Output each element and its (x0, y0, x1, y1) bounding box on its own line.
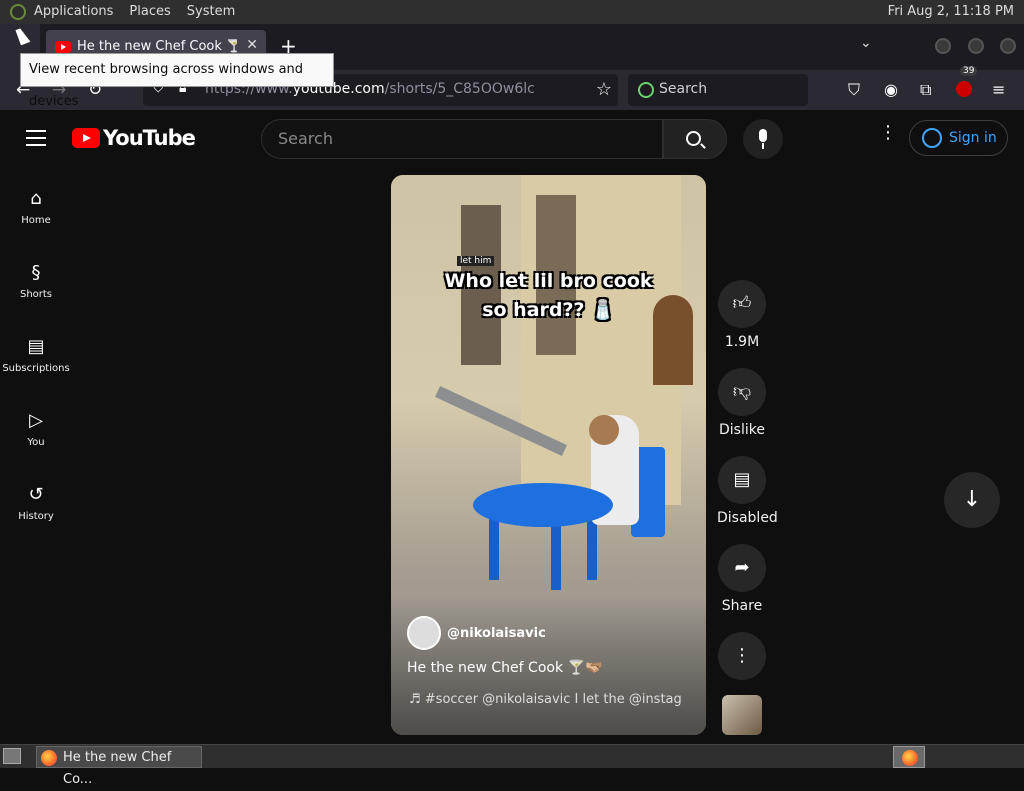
firefox-icon (41, 750, 57, 766)
applications-icon[interactable] (10, 4, 26, 20)
extensions-icon[interactable]: ⧉ (920, 80, 931, 100)
workspace-switcher[interactable] (893, 746, 925, 768)
share-action[interactable]: ➦ Share (717, 544, 767, 614)
tab-title: He the new Chef Cook 🍸🫱🏼‍🫲🏽 (77, 39, 237, 54)
minimize-window-button[interactable] (935, 38, 951, 54)
video-caption-small: let him (457, 256, 495, 266)
os-top-panel: Applications Places System Fri Aug 2, 11… (0, 0, 1024, 24)
comment-icon[interactable]: ▤ (718, 456, 766, 504)
close-tab-icon[interactable]: ✕ (246, 37, 258, 53)
video-music-hashtags[interactable]: ♬ #soccer @nikolaisavic I let the @insta… (409, 692, 689, 707)
thumbs-down-icon[interactable]: 👎︎ (718, 368, 766, 416)
comments-action[interactable]: ▤ Disabled (717, 456, 778, 526)
home-icon: ⌂ (30, 188, 42, 209)
video-caption-big: Who let lil bro cook so hard?? 🧂 (444, 270, 653, 321)
sidebar-item-label: Shorts (19, 289, 53, 300)
youtube-favicon-icon (55, 41, 71, 53)
comments-label: Disabled (717, 510, 778, 526)
account-icon[interactable]: ◉ (884, 80, 898, 99)
channel-avatar[interactable] (407, 616, 441, 650)
sidebar-item-home[interactable]: ⌂ Home (0, 168, 72, 238)
youtube-wordmark[interactable]: YouTube (103, 126, 196, 150)
shorts-icon: § (31, 262, 41, 283)
youtube-search-input[interactable]: Search (261, 119, 663, 159)
like-count: 1.9M (724, 334, 760, 350)
sidebar-item-label: You (27, 437, 45, 448)
sign-in-label: Sign in (949, 130, 997, 146)
sidebar-item-label: Subscriptions (2, 363, 70, 374)
youtube-logo-icon[interactable] (72, 128, 100, 148)
video-title[interactable]: He the new Chef Cook 🍸🫱🏼‍🫲🏽 (407, 660, 602, 676)
you-icon: ▷ (29, 410, 43, 431)
browser-search-placeholder: Search (659, 81, 708, 97)
share-label: Share (721, 598, 763, 614)
share-arrow-icon[interactable]: ➦ (718, 544, 766, 592)
tooltip: View recent browsing across windows and … (20, 53, 334, 109)
ublock-extension-icon[interactable] (956, 81, 972, 97)
channel-name[interactable]: @nikolaisavic (447, 626, 546, 641)
menu-system[interactable]: System (179, 0, 243, 24)
sidebar-item-you[interactable]: ▷ You (0, 390, 72, 460)
maximize-window-button[interactable] (968, 38, 984, 54)
guide-menu-icon[interactable] (26, 130, 46, 146)
video-child-head (589, 415, 619, 445)
menu-applications[interactable]: Applications (26, 0, 121, 24)
app-menu-icon[interactable]: ≡ (992, 80, 1005, 99)
more-actions[interactable]: ⋮ (717, 632, 767, 686)
taskbar-window-firefox[interactable]: He the new Chef Co... (36, 746, 202, 787)
more-vert-icon[interactable]: ⋮ (718, 632, 766, 680)
thumbs-up-icon[interactable]: 👍︎ (718, 280, 766, 328)
youtube-search-button[interactable] (663, 119, 727, 159)
next-short-down-arrow-icon[interactable]: ↓ (944, 472, 1000, 528)
voice-search-mic-icon[interactable] (743, 119, 783, 159)
video-table-leg (551, 520, 561, 590)
search-engine-icon (638, 82, 654, 98)
youtube-header: YouTube Search ⋮ Sign in (0, 110, 1024, 168)
show-desktop-icon[interactable] (3, 748, 21, 764)
extension-badge: 39 (960, 66, 978, 76)
short-video-player[interactable]: let him Who let lil bro cook so hard?? 🧂… (391, 175, 706, 735)
sidebar-item-history[interactable]: ↺ History (0, 464, 72, 534)
taskbar-window-title: He the new Chef Co... (63, 750, 172, 787)
video-table (473, 483, 613, 527)
pocket-icon[interactable]: ⛉ (848, 80, 860, 100)
clock[interactable]: Fri Aug 2, 11:18 PM (888, 0, 1014, 24)
user-circle-icon (922, 128, 942, 148)
close-window-button[interactable] (1000, 38, 1016, 54)
settings-kebab-icon[interactable]: ⋮ (879, 124, 897, 142)
bookmark-star-icon[interactable]: ☆ (596, 79, 612, 100)
sidebar-item-subscriptions[interactable]: ▤ Subscriptions (0, 316, 72, 386)
sidebar-item-label: History (18, 511, 54, 522)
sidebar-item-label: Home (21, 215, 51, 226)
sign-in-button[interactable]: Sign in (909, 120, 1008, 156)
browser-search-box[interactable]: Search (628, 74, 808, 106)
list-all-tabs-chevron-icon[interactable]: ⌄ (860, 35, 872, 51)
dislike-label: Dislike (719, 422, 765, 438)
like-action[interactable]: 👍︎ 1.9M (717, 280, 767, 350)
subscriptions-icon: ▤ (27, 336, 45, 357)
menu-places[interactable]: Places (121, 0, 178, 24)
sound-thumbnail[interactable] (722, 695, 762, 735)
sidebar-item-shorts[interactable]: § Shorts (0, 242, 72, 312)
dislike-action[interactable]: 👎︎ Dislike (717, 368, 767, 438)
os-taskbar: He the new Chef Co... (0, 744, 1024, 787)
history-icon: ↺ (28, 484, 44, 505)
search-icon (686, 131, 701, 146)
firefox-tray-icon (902, 750, 918, 766)
